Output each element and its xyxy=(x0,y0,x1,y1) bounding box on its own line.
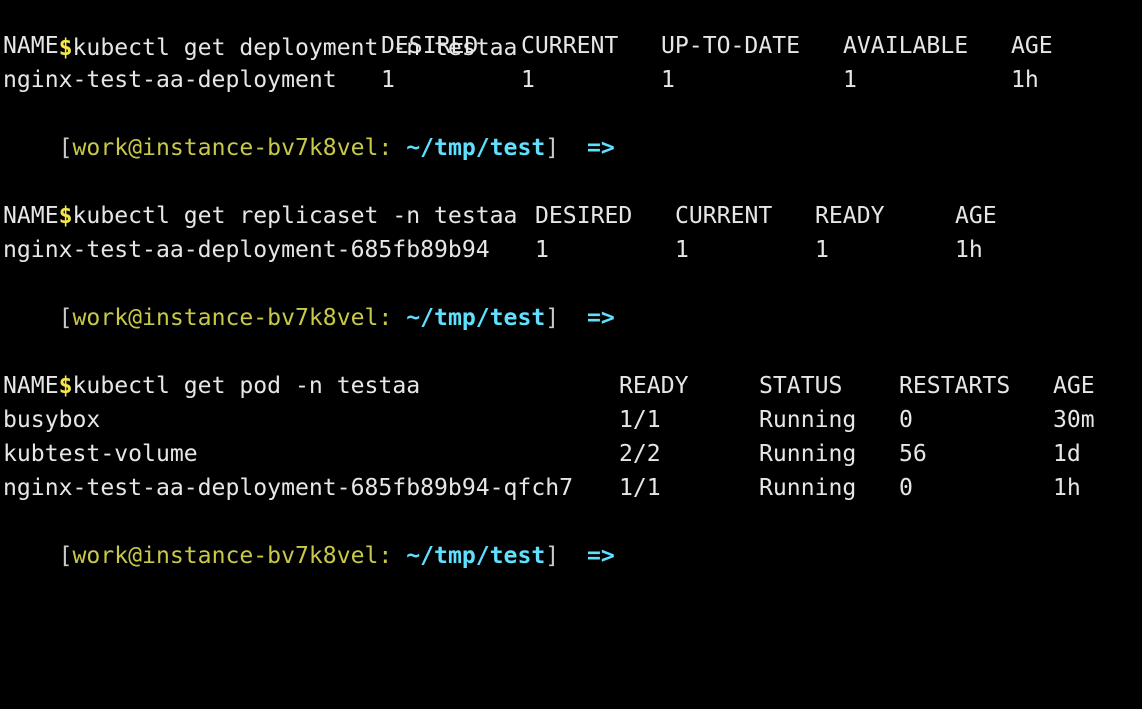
header-name: NAME xyxy=(3,373,59,399)
cell-age: 1h xyxy=(1053,475,1081,501)
cell-status: Running xyxy=(759,475,857,501)
cell-desired: 1 xyxy=(535,237,549,263)
header-up-to-date: UP-TO-DATE xyxy=(661,33,801,59)
table-row: busybox 1/1 Running 0 30m xyxy=(3,403,1142,437)
cell-restarts: 0 xyxy=(899,475,913,501)
header-current: CURRENT xyxy=(675,203,773,229)
prompt-arrow: => xyxy=(587,543,615,569)
table-row: nginx-test-aa-deployment 1 1 1 1 1h xyxy=(3,63,1142,97)
cell-ready: 1/1 xyxy=(619,407,661,433)
command-line: $kubectl get replicaset -n testaa xyxy=(3,165,1142,229)
header-name: NAME xyxy=(3,203,59,229)
prompt-path: ~/tmp/test xyxy=(406,305,546,331)
header-ready: READY xyxy=(619,373,689,399)
cell-name: busybox xyxy=(3,407,101,433)
cell-name: nginx-test-aa-deployment-685fb89b94-qfch… xyxy=(3,475,574,501)
header-age: AGE xyxy=(1011,33,1053,59)
cell-desired: 1 xyxy=(381,67,395,93)
header-name: NAME xyxy=(3,33,59,59)
header-desired: DESIRED xyxy=(535,203,633,229)
table-row: kubtest-volume 2/2 Running 56 1d xyxy=(3,437,1142,471)
prompt-open-bracket: [ xyxy=(58,305,73,331)
prompt-open-bracket: [ xyxy=(58,135,73,161)
prompt-close-bracket: ] xyxy=(545,543,560,569)
prompt-path: ~/tmp/test xyxy=(406,543,546,569)
header-age: AGE xyxy=(1053,373,1095,399)
cell-current: 1 xyxy=(675,237,689,263)
prompt-close-bracket: ] xyxy=(545,135,560,161)
cell-name: nginx-test-aa-deployment-685fb89b94 xyxy=(3,237,490,263)
table-header-row: NAME DESIRED CURRENT UP-TO-DATE AVAILABL… xyxy=(3,29,1142,63)
cell-up-to-date: 1 xyxy=(661,67,675,93)
shell-prompt: [work@instance-bv7k8vel: ~/tmp/test] => xyxy=(3,97,1142,161)
cell-ready: 1/1 xyxy=(619,475,661,501)
header-desired: DESIRED xyxy=(381,33,479,59)
command-line: $kubectl get pod -n testaa xyxy=(3,335,1142,399)
header-available: AVAILABLE xyxy=(843,33,969,59)
shell-prompt: [work@instance-bv7k8vel: ~/tmp/test] => xyxy=(3,505,1142,569)
cell-name: kubtest-volume xyxy=(3,441,198,467)
header-ready: READY xyxy=(815,203,885,229)
table-header-row: NAME READY STATUS RESTARTS AGE xyxy=(3,369,1142,403)
terminal-window[interactable]: $kubectl get deployment -n testaa NAME D… xyxy=(3,0,1142,569)
cell-status: Running xyxy=(759,441,857,467)
table-header-row: NAME DESIRED CURRENT READY AGE xyxy=(3,199,1142,233)
table-row: nginx-test-aa-deployment-685fb89b94 1 1 … xyxy=(3,233,1142,267)
cell-current: 1 xyxy=(521,67,535,93)
cell-age: 1h xyxy=(1011,67,1039,93)
header-status: STATUS xyxy=(759,373,843,399)
command-line: $kubectl get deployment -n testaa xyxy=(3,0,1142,61)
prompt-open-bracket: [ xyxy=(58,543,73,569)
header-current: CURRENT xyxy=(521,33,619,59)
prompt-user-host: work@instance-bv7k8vel: xyxy=(72,135,393,161)
cell-age: 1d xyxy=(1053,441,1081,467)
cell-restarts: 0 xyxy=(899,407,913,433)
cell-age: 1h xyxy=(955,237,983,263)
table-row: nginx-test-aa-deployment-685fb89b94-qfch… xyxy=(3,471,1142,505)
prompt-arrow: => xyxy=(587,135,615,161)
prompt-close-bracket: ] xyxy=(545,305,560,331)
prompt-user-host: work@instance-bv7k8vel: xyxy=(72,543,393,569)
prompt-arrow: => xyxy=(587,305,615,331)
cell-name: nginx-test-aa-deployment xyxy=(3,67,337,93)
prompt-path: ~/tmp/test xyxy=(406,135,546,161)
cell-available: 1 xyxy=(843,67,857,93)
header-restarts: RESTARTS xyxy=(899,373,1011,399)
cell-ready: 1 xyxy=(815,237,829,263)
cell-age: 30m xyxy=(1053,407,1095,433)
cell-restarts: 56 xyxy=(899,441,927,467)
cell-status: Running xyxy=(759,407,857,433)
cell-ready: 2/2 xyxy=(619,441,661,467)
shell-prompt: [work@instance-bv7k8vel: ~/tmp/test] => xyxy=(3,267,1142,331)
prompt-user-host: work@instance-bv7k8vel: xyxy=(72,305,393,331)
header-age: AGE xyxy=(955,203,997,229)
